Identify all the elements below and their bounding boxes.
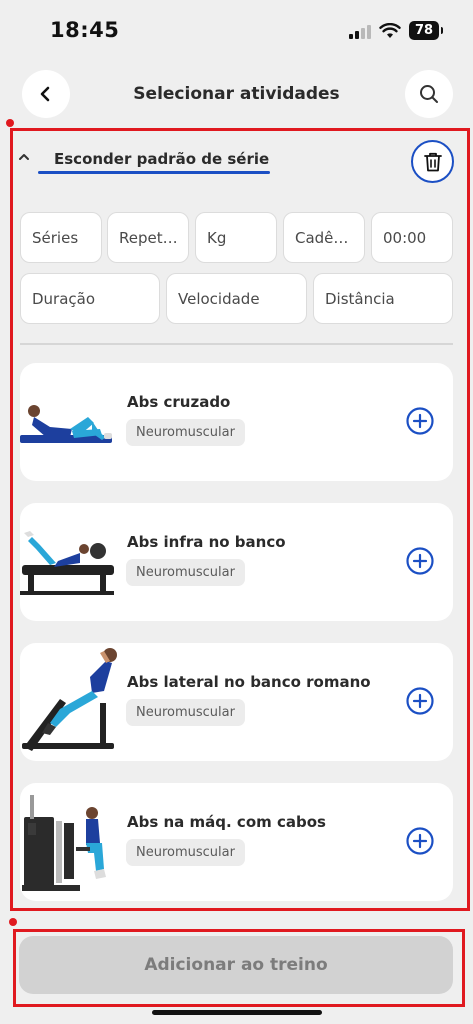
weight-field[interactable]: Kg xyxy=(195,212,277,263)
cadence-field[interactable]: Cadê… xyxy=(283,212,365,263)
status-time: 18:45 xyxy=(50,18,120,42)
series-pattern-header[interactable]: Esconder padrão de série xyxy=(18,138,458,188)
battery-indicator: 78 xyxy=(409,21,443,40)
plus-circle-icon xyxy=(406,407,434,435)
activity-tag: Neuromuscular xyxy=(126,419,245,446)
chevron-up-icon[interactable] xyxy=(18,152,30,162)
delete-button[interactable] xyxy=(411,140,454,183)
duration-field[interactable]: Duração xyxy=(20,273,160,324)
header: Selecionar atividades xyxy=(0,68,473,124)
home-indicator xyxy=(152,1010,322,1015)
divider xyxy=(20,343,453,345)
exercise-image xyxy=(22,795,106,891)
exercise-image xyxy=(20,405,112,443)
activity-card[interactable]: Abs cruzado Neuromuscular xyxy=(20,363,453,481)
trash-icon xyxy=(423,152,442,171)
plus-circle-icon xyxy=(406,827,434,855)
signal-icon xyxy=(349,23,371,39)
wifi-icon xyxy=(379,22,401,38)
page-title: Selecionar atividades xyxy=(133,84,340,104)
distance-field[interactable]: Distância xyxy=(313,273,453,324)
status-bar: 18:45 78 xyxy=(0,0,473,62)
activity-tag: Neuromuscular xyxy=(126,699,245,726)
add-activity-button[interactable] xyxy=(405,546,435,576)
add-to-workout-button[interactable]: Adicionar ao treino xyxy=(19,936,453,994)
rest-time-field[interactable]: 00:00 xyxy=(371,212,453,263)
search-icon xyxy=(420,85,438,103)
activity-name: Abs infra no banco xyxy=(127,533,286,551)
section-underline xyxy=(38,171,270,174)
activity-name: Abs lateral no banco romano xyxy=(127,673,371,691)
plus-circle-icon xyxy=(406,687,434,715)
plus-circle-icon xyxy=(406,547,434,575)
activity-tag: Neuromuscular xyxy=(126,839,245,866)
hide-series-pattern-toggle[interactable]: Esconder padrão de série xyxy=(54,150,269,168)
activity-card[interactable]: Abs lateral no banco romano Neuromuscula… xyxy=(20,643,453,761)
activity-card[interactable]: Abs na máq. com cabos Neuromuscular xyxy=(20,783,453,901)
search-button[interactable] xyxy=(405,70,453,118)
exercise-image xyxy=(22,648,117,751)
speed-field[interactable]: Velocidade xyxy=(166,273,307,324)
repetitions-field[interactable]: Repet… xyxy=(107,212,189,263)
annotation-marker-2 xyxy=(9,918,17,926)
activity-tag: Neuromuscular xyxy=(126,559,245,586)
add-activity-button[interactable] xyxy=(405,826,435,856)
series-field[interactable]: Séries xyxy=(20,212,102,263)
screen: 18:45 78 Selecionar atividades Esconder … xyxy=(0,0,473,1024)
status-icons: 78 xyxy=(349,21,443,40)
add-activity-button[interactable] xyxy=(405,406,435,436)
add-activity-button[interactable] xyxy=(405,686,435,716)
activity-name: Abs cruzado xyxy=(127,393,231,411)
annotation-marker-1 xyxy=(6,119,14,127)
exercise-image xyxy=(20,531,114,595)
activity-card[interactable]: Abs infra no banco Neuromuscular xyxy=(20,503,453,621)
activity-name: Abs na máq. com cabos xyxy=(127,813,326,831)
